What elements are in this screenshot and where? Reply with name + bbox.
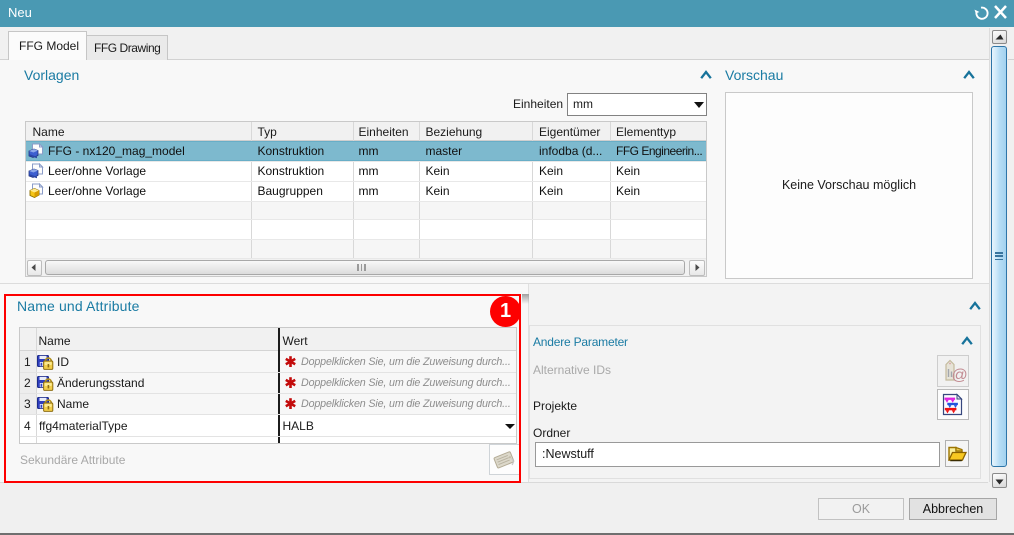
svg-text:@: @	[952, 367, 968, 384]
